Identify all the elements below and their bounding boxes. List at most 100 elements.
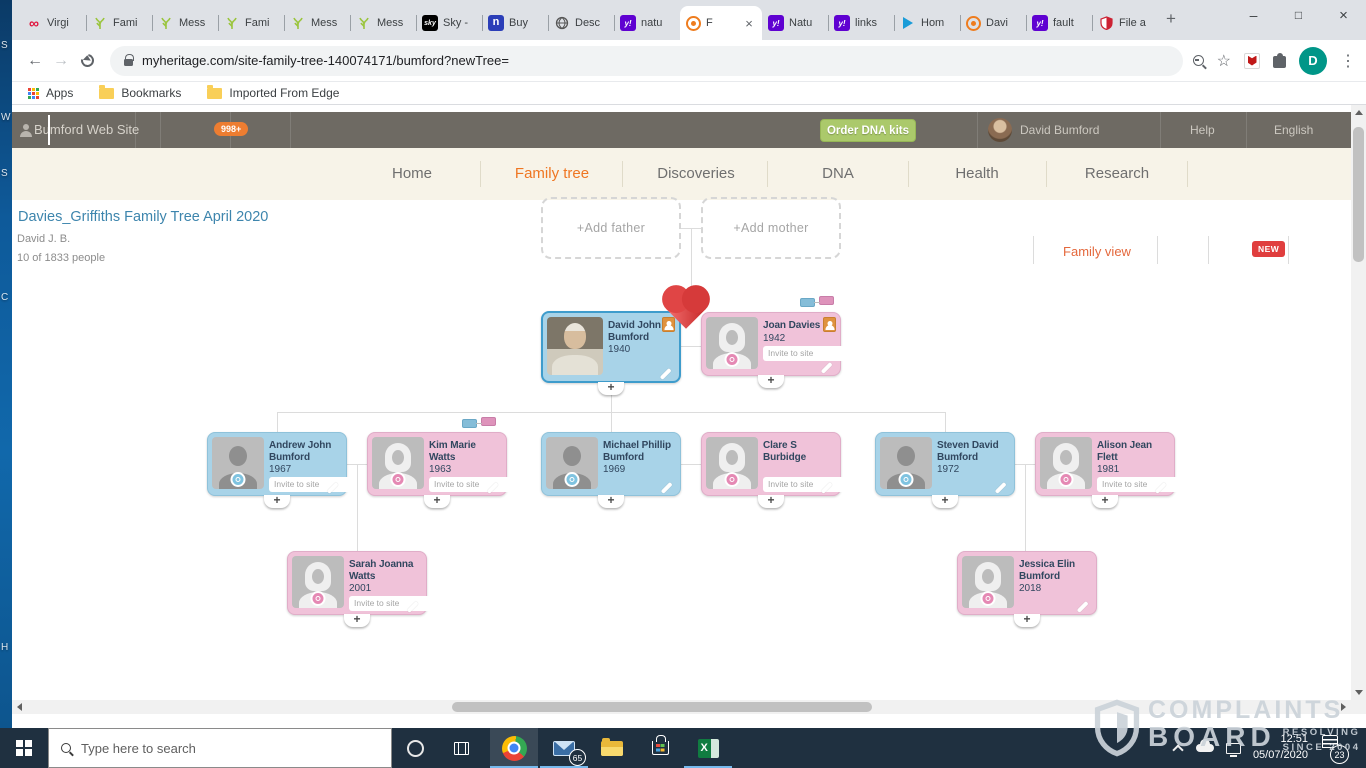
scroll-left-button[interactable] <box>12 700 27 714</box>
notification-badge[interactable]: 998+ <box>214 122 249 136</box>
mini-couple-icon[interactable] <box>462 417 496 428</box>
user-avatar[interactable] <box>988 118 1012 142</box>
user-name[interactable]: David Bumford <box>1020 123 1099 137</box>
close-icon[interactable] <box>742 16 756 30</box>
add-relative-button[interactable] <box>598 382 624 395</box>
browser-tab[interactable]: Buy <box>482 6 548 40</box>
start-button[interactable] <box>0 728 48 768</box>
add-father-box[interactable]: +Add father <box>541 197 681 259</box>
browser-tab[interactable]: Natu <box>762 6 828 40</box>
camera-icon[interactable] <box>230 472 246 487</box>
minimize-button[interactable] <box>1231 0 1276 30</box>
profile-avatar[interactable]: D <box>1299 46 1327 75</box>
camera-icon[interactable] <box>724 472 740 487</box>
person-card-jessica-elin-bumford[interactable]: Jessica Elin Bumford 2018 <box>957 551 1097 615</box>
nav-family-tree[interactable]: Family tree <box>515 165 589 182</box>
browser-tab[interactable]: Davi <box>960 6 1026 40</box>
person-card-steven-david-bumford[interactable]: Steven David Bumford 1972 <box>875 432 1015 496</box>
add-relative-button[interactable] <box>1014 614 1040 627</box>
taskbar-chrome[interactable] <box>490 728 538 768</box>
scrollbar-thumb[interactable] <box>452 702 872 712</box>
taskbar-excel[interactable] <box>684 728 732 768</box>
browser-tab[interactable]: Mess <box>152 6 218 40</box>
imported-folder[interactable]: Imported From Edge <box>207 84 339 100</box>
person-card-david-john-bumford[interactable]: David John Bumford 1940 <box>541 311 681 383</box>
browser-tab[interactable]: Virgi <box>20 6 86 40</box>
browser-tab[interactable]: links <box>828 6 894 40</box>
browser-tab-active[interactable]: F <box>680 6 762 40</box>
browser-tab[interactable]: Mess <box>284 6 350 40</box>
invite-button[interactable]: Invite to site <box>763 345 849 361</box>
invite-button[interactable]: Invite to site <box>763 477 849 492</box>
taskbar-mail[interactable]: 65 <box>540 728 588 768</box>
apps-shortcut[interactable]: Apps <box>28 86 73 100</box>
reload-button[interactable] <box>74 48 100 74</box>
invite-button[interactable]: Invite to site <box>349 596 435 611</box>
nav-dna[interactable]: DNA <box>822 165 854 182</box>
add-relative-button[interactable] <box>932 495 958 508</box>
camera-icon[interactable] <box>390 472 406 487</box>
browser-tab[interactable]: fault <box>1026 6 1092 40</box>
person-card-andrew-john-bumford[interactable]: Andrew John Bumford 1967 Invite to site <box>207 432 355 496</box>
browser-tab[interactable]: Mess <box>350 6 416 40</box>
zoom-icon[interactable] <box>1192 55 1204 66</box>
person-card-sarah-joanna-watts[interactable]: Sarah Joanna Watts 2001 Invite to site <box>287 551 435 615</box>
mini-couple-icon[interactable] <box>800 296 834 307</box>
add-relative-button[interactable] <box>264 495 290 508</box>
browser-tab[interactable]: Desc <box>548 6 614 40</box>
language-selector[interactable]: English <box>1274 123 1313 137</box>
scroll-down-button[interactable] <box>1351 685 1366 700</box>
browser-tab[interactable]: Hom <box>894 6 960 40</box>
browser-tab[interactable]: File a <box>1092 6 1158 40</box>
taskbar-search[interactable]: Type here to search <box>48 728 392 768</box>
tree-title[interactable]: Davies_Griffiths Family Tree April 2020 <box>18 209 268 225</box>
person-card-alison-jean-flett[interactable]: Alison Jean Flett 1981 Invite to site <box>1035 432 1183 496</box>
maximize-button[interactable] <box>1276 0 1321 30</box>
scrollbar-thumb[interactable] <box>1353 127 1364 262</box>
invite-button[interactable]: Invite to site <box>429 477 515 492</box>
help-link[interactable]: Help <box>1190 123 1215 137</box>
browser-tab[interactable]: Fami <box>218 6 284 40</box>
notification-count-badge[interactable]: 23 <box>1330 745 1349 764</box>
person-card-joan-davies[interactable]: Joan Davies 1942 Invite to site <box>701 312 849 376</box>
browser-tab[interactable]: natu <box>614 6 680 40</box>
new-tab-button[interactable] <box>1158 6 1184 32</box>
bookmark-star-icon[interactable] <box>1217 51 1231 71</box>
add-relative-button[interactable] <box>344 614 370 627</box>
invite-button[interactable]: Invite to site <box>1097 477 1183 492</box>
camera-icon[interactable] <box>310 591 326 606</box>
nav-home[interactable]: Home <box>392 165 432 182</box>
nav-research[interactable]: Research <box>1085 165 1149 182</box>
invite-button[interactable]: Invite to site <box>269 477 355 492</box>
browser-tab[interactable]: Fami <box>86 6 152 40</box>
horizontal-scrollbar[interactable] <box>12 700 1351 714</box>
person-card-michael-phillip-bumford[interactable]: Michael Phillip Bumford 1969 <box>541 432 681 496</box>
camera-icon[interactable] <box>898 472 914 487</box>
add-mother-box[interactable]: +Add mother <box>701 197 841 259</box>
browser-tab[interactable]: Sky - <box>416 6 482 40</box>
add-relative-button[interactable] <box>1092 495 1118 508</box>
show-hidden-icons[interactable] <box>1166 728 1190 768</box>
task-view-button[interactable] <box>438 728 484 768</box>
add-relative-button[interactable] <box>758 375 784 388</box>
onedrive-tray-icon[interactable] <box>1192 728 1218 768</box>
close-window-button[interactable] <box>1321 0 1366 30</box>
person-card-clare-s-burbidge[interactable]: Clare S Burbidge Invite to site <box>701 432 849 496</box>
add-relative-button[interactable] <box>598 495 624 508</box>
cortana-button[interactable] <box>392 728 438 768</box>
order-dna-kits-button[interactable]: Order DNA kits <box>820 119 916 142</box>
camera-icon[interactable] <box>1058 472 1074 487</box>
add-relative-button[interactable] <box>424 495 450 508</box>
nav-health[interactable]: Health <box>955 165 998 182</box>
forward-button[interactable] <box>48 48 74 74</box>
camera-icon[interactable] <box>564 472 580 487</box>
browser-menu-icon[interactable] <box>1340 51 1356 71</box>
taskbar-store[interactable] <box>636 728 684 768</box>
bookmarks-folder[interactable]: Bookmarks <box>99 84 181 100</box>
camera-icon[interactable] <box>724 352 740 367</box>
family-view-toggle[interactable]: Family view <box>1063 244 1131 259</box>
vertical-scrollbar[interactable] <box>1351 105 1366 700</box>
address-bar[interactable]: myheritage.com/site-family-tree-14007417… <box>110 45 1183 76</box>
back-button[interactable] <box>22 48 48 74</box>
person-card-kim-marie-watts[interactable]: Kim Marie Watts 1963 Invite to site <box>367 432 515 496</box>
